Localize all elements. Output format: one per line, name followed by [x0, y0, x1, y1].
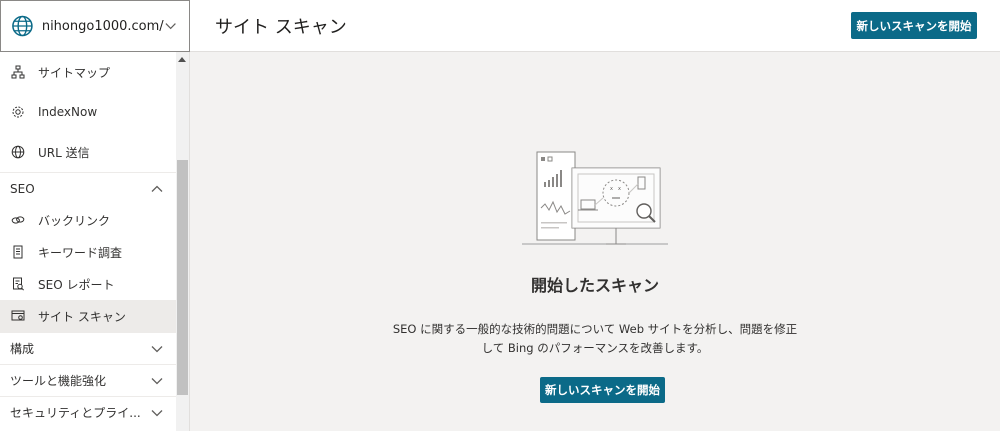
chevron-up-icon: [151, 185, 163, 192]
sidebar-item-label: バックリンク: [38, 213, 111, 228]
chevron-down-icon: [151, 409, 163, 416]
empty-state-title: 開始したスキャン: [530, 276, 659, 295]
link-icon: [10, 212, 26, 228]
start-new-scan-button[interactable]: 新しいスキャンを開始: [540, 377, 665, 403]
sidebar-item-label: IndexNow: [38, 105, 98, 119]
sidebar-item-seo-reports[interactable]: SEO レポート: [0, 268, 176, 300]
start-new-scan-button[interactable]: 新しいスキャンを開始: [851, 12, 977, 39]
page-title: サイト スキャン: [215, 17, 347, 38]
scan-icon: [10, 308, 26, 324]
svg-text:x: x: [618, 186, 621, 192]
sidebar-item-label: サイト スキャン: [38, 309, 126, 324]
sidebar-item-label: サイトマップ: [38, 65, 111, 80]
site-selector-value: nihongo1000.com/: [41, 18, 164, 34]
site-scan-illustration-icon: x x: [522, 151, 668, 245]
sidebar-item-label: URL 送信: [38, 145, 90, 160]
sidebar-item-indexnow[interactable]: IndexNow: [0, 92, 176, 132]
section-label: ツールと機能強化: [10, 374, 107, 388]
document-icon: [10, 244, 26, 260]
section-security-privacy[interactable]: セキュリティとプライ...: [0, 396, 176, 428]
sidebar-item-backlinks[interactable]: バックリンク: [0, 204, 176, 236]
svg-text:x: x: [610, 186, 613, 192]
section-label: 構成: [10, 342, 35, 356]
section-tools-enhancements[interactable]: ツールと機能強化: [0, 364, 176, 396]
sidebar-item-label: SEO レポート: [38, 277, 115, 292]
sidebar-item-keyword-research[interactable]: キーワード調査: [0, 236, 176, 268]
scroll-up-arrow-icon[interactable]: [178, 57, 186, 62]
globe-icon: [10, 144, 26, 160]
site-selector[interactable]: nihongo1000.com/: [0, 0, 190, 52]
sidebar-item-label: キーワード調査: [38, 245, 123, 260]
sidebar-scrollbar[interactable]: [176, 52, 189, 431]
sidebar-item-url-submission[interactable]: URL 送信: [0, 132, 176, 172]
section-configuration[interactable]: 構成: [0, 332, 176, 364]
sidebar-item-site-scan[interactable]: サイト スキャン: [0, 300, 176, 332]
section-seo[interactable]: SEO: [0, 172, 176, 204]
empty-state-description: SEO に関する一般的な技術的問題について Web サイトを分析し、問題を修正し…: [392, 322, 798, 355]
globe-icon: [12, 15, 33, 37]
report-icon: [10, 276, 26, 292]
section-label: セキュリティとプライ...: [10, 406, 141, 420]
chevron-down-icon: [151, 345, 163, 352]
page-header: サイト スキャン 新しいスキャンを開始: [190, 0, 1000, 52]
gear-icon: [10, 104, 26, 120]
chevron-down-icon: [165, 23, 176, 30]
sidebar: nihongo1000.com/ サイトマップ IndexNow URL 送信 …: [0, 0, 190, 431]
chevron-down-icon: [151, 377, 163, 384]
main-content: x x 開始したスキャン SEO に関する一般的な技術的問題について Web サ…: [190, 52, 1000, 431]
sidebar-item-sitemap[interactable]: サイトマップ: [0, 52, 176, 92]
sitemap-icon: [10, 64, 26, 80]
scrollbar-thumb[interactable]: [177, 160, 188, 395]
sidebar-nav: サイトマップ IndexNow URL 送信 SEO バックリンク キーワード調…: [0, 52, 176, 431]
section-label: SEO: [10, 181, 35, 196]
